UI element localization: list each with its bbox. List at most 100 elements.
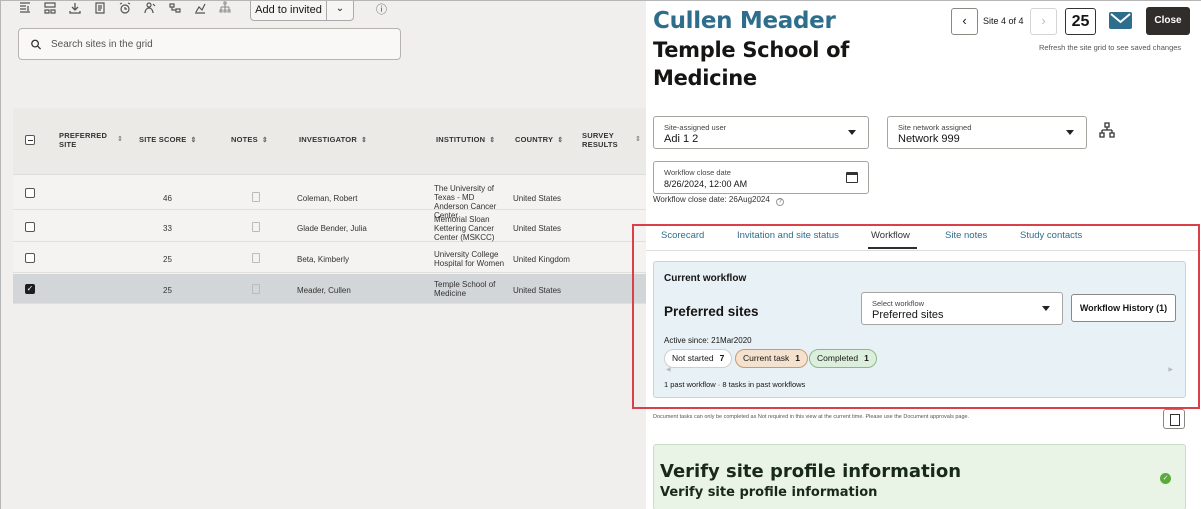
workflow-close-date-label: Workflow close date [664,168,731,177]
row-checkbox[interactable] [25,222,35,232]
scroll-right-icon[interactable]: ▶ [1168,366,1173,373]
header-preferred-site[interactable]: PREFERRED SITE [59,131,109,149]
close-button[interactable]: Close [1146,7,1190,35]
hierarchy-icon[interactable] [1099,122,1115,138]
investigator-cell: Coleman, Robert [297,194,358,203]
info-icon[interactable]: ⓘ [376,1,387,17]
panel-tabs: Scorecard Invitation and site status Wor… [646,225,1201,251]
chevron-down-icon[interactable]: ⌄ [327,1,353,20]
header-site-score[interactable]: SITE SCORE ⇕ [139,135,197,144]
document-approvals-button[interactable] [1163,409,1185,429]
notes-icon[interactable] [252,222,260,232]
workflow-close-date-input[interactable]: Workflow close date 8/26/2024, 12:00 AM [653,161,869,194]
site-score-cell: 25 [163,255,172,264]
next-site-button[interactable]: › [1030,8,1057,35]
completed-badge[interactable]: Completed 1 [809,349,877,368]
verify-task-card[interactable]: Verify site profile information Verify s… [653,444,1186,509]
not-started-badge[interactable]: Not started 7 [664,349,733,368]
country-cell: United States [513,224,562,233]
tab-study-contacts[interactable]: Study contacts [1020,230,1082,241]
active-since: Active since: 21Mar2020 [664,336,752,345]
investigator-cell: Glade Bender, Julia [297,224,367,233]
chevron-left-icon: ‹ [962,13,967,28]
notes-icon[interactable] [252,192,260,202]
site-count-badge[interactable]: 25 [1065,8,1096,35]
site-network-select[interactable]: Site network assigned Network 999 [887,116,1087,149]
close-date-note: Workflow close date: 26Aug2024 [653,195,770,204]
previous-site-button[interactable]: ‹ [951,8,978,35]
site-detail-panel: Cullen Meader Temple School of Medicine … [646,1,1201,509]
add-to-invited-label: Add to invited [251,1,327,20]
tab-invitation-and-site-status[interactable]: Invitation and site status [737,230,839,241]
workflow-history-button[interactable]: Workflow History (1) [1071,294,1176,322]
country-cell: United Kingdom [513,255,570,264]
institution-cell: Memorial Sloan Kettering Cancer Center (… [434,215,495,242]
check-circle-icon: ✓ [1160,473,1171,484]
row-checkbox[interactable] [25,253,35,263]
alarm-icon[interactable] [119,1,131,15]
header-country[interactable]: COUNTRY ⇕ [515,135,563,144]
header-institution[interactable]: INSTITUTION ⇕ [436,135,495,144]
site-score-cell: 46 [163,194,172,203]
header-investigator[interactable]: INVESTIGATOR ⇕ [299,135,367,144]
sort-icon[interactable]: ⇕ [190,137,196,144]
site-assigned-user-value: Adi 1 2 [664,133,699,145]
row-checkbox[interactable] [25,188,35,198]
investigator-cell: Beta, Kimberly [297,255,350,264]
calendar-icon[interactable] [846,172,858,183]
site-assigned-user-select[interactable]: Site-assigned user Adi 1 2 [653,116,869,149]
notes-icon[interactable] [252,284,260,294]
site-network-value: Network 999 [898,133,960,145]
table-row[interactable]: 33 Glade Bender, Julia Memorial Sloan Ke… [13,212,646,242]
workflow-close-date-value: 8/26/2024, 12:00 AM [664,179,748,189]
columns-icon[interactable] [19,1,31,15]
country-cell: United States [513,194,562,203]
tab-site-notes[interactable]: Site notes [945,230,987,241]
caret-down-icon [848,130,856,135]
notes-icon[interactable] [252,253,260,263]
add-to-invited-button[interactable]: Add to invited ⌄ [250,1,354,21]
current-workflow-card: Current workflow Preferred sites Select … [653,261,1186,398]
header-notes[interactable]: NOTES ⇕ [231,135,268,144]
investigator-cell: Meader, Cullen [297,286,351,295]
chart-icon[interactable] [194,1,206,15]
search-icon [31,39,42,50]
mail-icon[interactable] [1109,12,1132,29]
current-task-badge[interactable]: Current task 1 [735,349,809,368]
row-checkbox[interactable]: ✓ [25,284,35,294]
search-placeholder: Search sites in the grid [51,38,153,50]
chevron-right-icon: › [1041,13,1046,28]
sort-icon[interactable]: ⇕ [557,137,563,144]
site-name: Temple School of Medicine [653,38,850,90]
sort-icon[interactable]: ⇕ [489,137,495,144]
select-all-checkbox[interactable] [25,135,35,145]
table-row[interactable]: 25 Beta, Kimberly University College Hos… [13,243,646,273]
sort-icon[interactable]: ⇕ [117,135,123,143]
select-workflow-value: Preferred sites [872,309,944,321]
tab-workflow[interactable]: Workflow [868,230,917,249]
person-icon[interactable] [144,1,156,15]
table-row-selected[interactable]: ✓ 25 Meader, Cullen Temple School of Med… [13,274,646,304]
document-tasks-note: Document tasks can only be completed as … [653,414,970,420]
select-workflow-dropdown[interactable]: Select workflow Preferred sites [861,292,1063,325]
scroll-left-icon[interactable]: ◀ [666,366,671,373]
sort-icon[interactable]: ⇕ [262,137,268,144]
table-row[interactable]: 46 Coleman, Robert The University of Tex… [13,180,646,220]
hierarchy-icon[interactable] [219,1,231,15]
grid-search-input[interactable]: Search sites in the grid [18,28,401,60]
network-icon[interactable] [169,1,181,15]
grid-toolbar [19,1,244,25]
select-workflow-label: Select workflow [872,299,925,308]
header-survey-results[interactable]: SURVEY RESULTS [582,131,622,149]
report-icon[interactable] [94,1,106,15]
site-grid-area: Add to invited ⌄ ⓘ Search sites in the g… [1,1,646,509]
caret-down-icon [1042,306,1050,311]
tab-scorecard[interactable]: Scorecard [661,230,704,241]
layout-icon[interactable] [44,1,56,15]
sort-icon[interactable]: ⇕ [635,135,641,143]
site-position: Site 4 of 4 [983,16,1024,26]
sort-icon[interactable]: ⇕ [361,137,367,144]
help-icon[interactable]: ? [776,198,784,206]
refresh-note: Refresh the site grid to see saved chang… [1039,43,1182,52]
download-icon[interactable] [69,1,81,15]
